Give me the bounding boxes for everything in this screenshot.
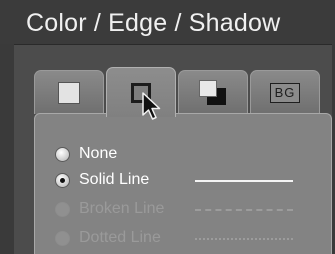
- option-label: Solid Line: [79, 171, 150, 188]
- panel-title: Color / Edge / Shadow: [26, 9, 281, 37]
- color-edge-shadow-panel: Color / Edge / Shadow BG None Solid Line…: [0, 0, 335, 254]
- shadow-icon: [199, 79, 227, 106]
- color-fill-icon: [58, 81, 80, 104]
- option-label: Broken Line: [79, 200, 165, 217]
- option-label: None: [79, 145, 118, 162]
- edge-options-area: None Solid Line Broken Line Dotted Line: [34, 113, 332, 254]
- bg-icon: BG: [270, 82, 300, 103]
- mouse-cursor-icon: [142, 92, 161, 120]
- broken-line-sample: [195, 209, 293, 211]
- tab-shadow[interactable]: [178, 70, 248, 114]
- radio-none[interactable]: [55, 147, 70, 162]
- option-label: Dotted Line: [79, 229, 161, 246]
- tab-edge[interactable]: [106, 67, 176, 117]
- panel-left-edge: [0, 44, 14, 254]
- option-broken-line: Broken Line: [55, 199, 325, 221]
- tab-background[interactable]: BG: [250, 70, 320, 114]
- option-solid-line[interactable]: Solid Line: [55, 170, 325, 192]
- dotted-line-sample: [195, 238, 293, 240]
- option-none[interactable]: None: [55, 144, 325, 166]
- solid-line-sample: [195, 180, 293, 182]
- tab-fill-color[interactable]: [34, 70, 104, 114]
- panel-header: Color / Edge / Shadow: [0, 0, 335, 45]
- option-dotted-line: Dotted Line: [55, 228, 325, 250]
- radio-solid-line[interactable]: [55, 173, 70, 188]
- radio-dotted-line: [55, 231, 70, 246]
- radio-broken-line: [55, 202, 70, 217]
